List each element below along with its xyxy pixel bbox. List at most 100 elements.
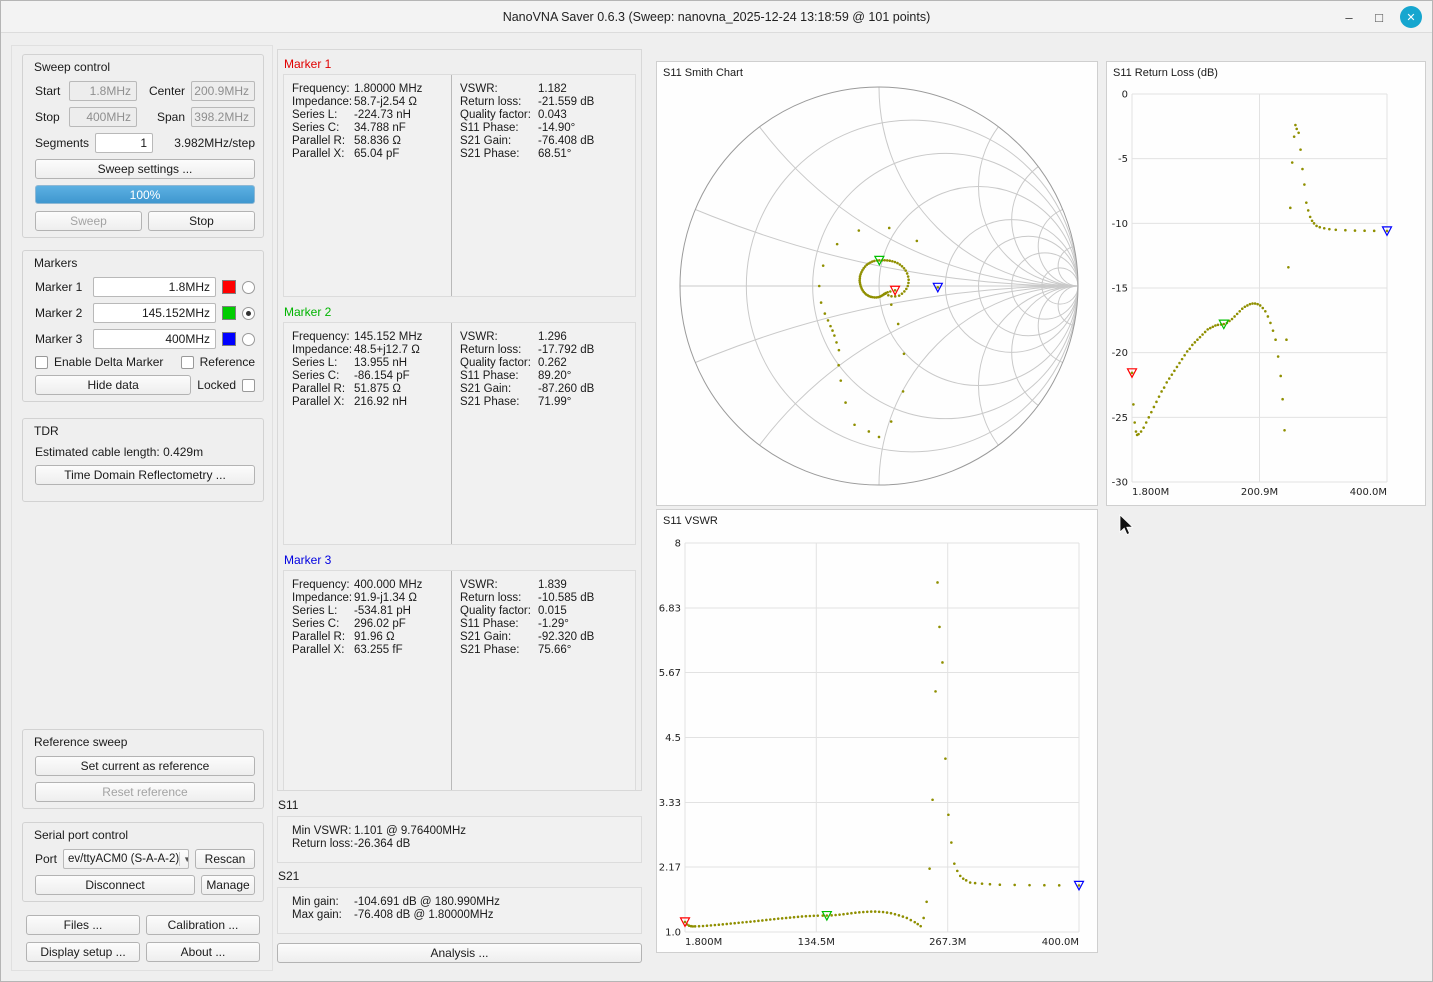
sweep-control-title: Sweep control (34, 60, 110, 74)
field-label: S11 Phase: (460, 122, 538, 135)
field-value: 0.262 (538, 357, 567, 370)
field-label: Series L: (292, 357, 354, 370)
sweep-progress-bar: 100% (35, 185, 255, 204)
field-label: Return loss: (460, 592, 538, 605)
step-size-label: 3.982MHz/step (174, 136, 255, 150)
minimize-button[interactable]: – (1340, 8, 1358, 26)
field-label: Frequency: (292, 579, 354, 592)
field-value: 65.04 pF (354, 148, 399, 161)
field-label: Min gain: (292, 896, 354, 909)
segments-input[interactable]: 1 (95, 133, 153, 153)
stop-input[interactable]: 400MHz (69, 107, 137, 127)
maximize-button[interactable]: □ (1370, 8, 1388, 26)
serial-port-group: Serial port control Port ev/ttyACM0 (S-A… (22, 822, 264, 902)
field-label: S21 Phase: (460, 148, 538, 161)
field-value: 1.839 (538, 579, 567, 592)
stop-label: Stop (35, 110, 63, 124)
field-value: -10.585 dB (538, 592, 594, 605)
sweep-control-group: Sweep control Start 1.8MHz Center 200.9M… (22, 54, 264, 238)
return-loss-chart-panel: S11 Return Loss (dB) 0-5-10-15-20-25-301… (1106, 61, 1426, 506)
center-input[interactable]: 200.9MHz (191, 81, 255, 101)
s11-section-label: S11 (278, 798, 298, 812)
svg-text:134.5M: 134.5M (798, 937, 835, 948)
field-label: VSWR: (460, 83, 538, 96)
field-label: Parallel R: (292, 383, 354, 396)
set-reference-button[interactable]: Set current as reference (35, 756, 255, 776)
tdr-title: TDR (34, 424, 59, 438)
display-setup-button[interactable]: Display setup ... (26, 942, 140, 962)
field-value: -534.81 pH (354, 605, 411, 618)
return-loss-chart-title: S11 Return Loss (dB) (1113, 67, 1218, 79)
marker1-radio[interactable] (242, 281, 255, 294)
svg-text:400.0M: 400.0M (1350, 487, 1387, 498)
files-button[interactable]: Files ... (26, 915, 140, 935)
tdr-button[interactable]: Time Domain Reflectometry ... (35, 465, 255, 485)
field-value: 400.000 MHz (354, 579, 422, 592)
reset-reference-button[interactable]: Reset reference (35, 782, 255, 802)
marker1-color-swatch[interactable] (222, 280, 236, 294)
cable-length-label: Estimated cable length: 0.429m (35, 445, 203, 459)
field-value: 1.296 (538, 331, 567, 344)
field-label: Series L: (292, 109, 354, 122)
field-value: -14.90° (538, 122, 575, 135)
close-button[interactable]: ✕ (1400, 6, 1422, 28)
svg-text:267.3M: 267.3M (929, 937, 966, 948)
marker3-color-swatch[interactable] (222, 332, 236, 346)
svg-text:0: 0 (1122, 90, 1128, 101)
field-label: Impedance: (292, 592, 354, 605)
port-select[interactable]: ev/ttyACM0 (S-A-A-2) ▼ (63, 849, 189, 869)
svg-text:-15: -15 (1112, 284, 1128, 295)
field-value: -92.320 dB (538, 631, 594, 644)
locked-checkbox[interactable] (242, 379, 255, 392)
field-label: S11 Phase: (460, 618, 538, 631)
field-value: -21.559 dB (538, 96, 594, 109)
return-loss-chart[interactable]: 0-5-10-15-20-25-301.800M200.9M400.0M (1107, 62, 1425, 505)
marker2-radio[interactable] (242, 307, 255, 320)
vswr-chart[interactable]: 86.835.674.53.332.171.01.800M134.5M267.3… (657, 510, 1097, 952)
span-input[interactable]: 398.2MHz (191, 107, 255, 127)
marker3-data-title: Marker 3 (284, 553, 636, 567)
field-value: 91.9-j1.34 Ω (354, 592, 417, 605)
left-panel: Sweep control Start 1.8MHz Center 200.9M… (11, 45, 273, 971)
marker3-radio[interactable] (242, 333, 255, 346)
marker1-label: Marker 1 (35, 280, 87, 294)
start-input[interactable]: 1.8MHz (69, 81, 137, 101)
field-label: Series C: (292, 122, 354, 135)
reference-checkbox[interactable] (181, 356, 194, 369)
s21-section-label: S21 (278, 869, 299, 883)
field-label: S21 Phase: (460, 396, 538, 409)
marker2-color-swatch[interactable] (222, 306, 236, 320)
field-value: 48.5+j12.7 Ω (354, 344, 420, 357)
field-value: -86.154 pF (354, 370, 410, 383)
field-value: 58.7-j2.54 Ω (354, 96, 417, 109)
marker2-frequency-input[interactable]: 145.152MHz (93, 303, 216, 323)
calibration-button[interactable]: Calibration ... (146, 915, 260, 935)
about-button[interactable]: About ... (146, 942, 260, 962)
manage-button[interactable]: Manage (201, 875, 255, 895)
svg-text:4.5: 4.5 (665, 733, 681, 744)
marker1-data-box: Frequency:1.80000 MHz Impedance:58.7-j2.… (283, 74, 636, 297)
hide-data-button[interactable]: Hide data (35, 375, 191, 395)
field-label: Max gain: (292, 909, 354, 922)
tdr-group: TDR Estimated cable length: 0.429m Time … (22, 418, 264, 502)
smith-chart[interactable] (657, 62, 1097, 505)
disconnect-button[interactable]: Disconnect (35, 875, 195, 895)
reference-label: Reference (200, 355, 255, 369)
sweep-settings-button[interactable]: Sweep settings ... (35, 159, 255, 179)
field-value: 0.015 (538, 605, 567, 618)
enable-delta-marker-checkbox[interactable] (35, 356, 48, 369)
reference-sweep-title: Reference sweep (34, 735, 127, 749)
enable-delta-marker-label: Enable Delta Marker (54, 355, 163, 369)
analysis-button[interactable]: Analysis ... (277, 943, 642, 963)
field-label: Parallel X: (292, 396, 354, 409)
rescan-button[interactable]: Rescan (195, 849, 255, 869)
smith-chart-title: S11 Smith Chart (663, 67, 743, 79)
field-label: Impedance: (292, 344, 354, 357)
sweep-button[interactable]: Sweep (35, 211, 142, 231)
marker1-frequency-input[interactable]: 1.8MHz (93, 277, 216, 297)
stop-button[interactable]: Stop (148, 211, 255, 231)
marker3-frequency-input[interactable]: 400MHz (93, 329, 216, 349)
field-value: 296.02 pF (354, 618, 406, 631)
marker2-label: Marker 2 (35, 306, 87, 320)
field-label: Series L: (292, 605, 354, 618)
